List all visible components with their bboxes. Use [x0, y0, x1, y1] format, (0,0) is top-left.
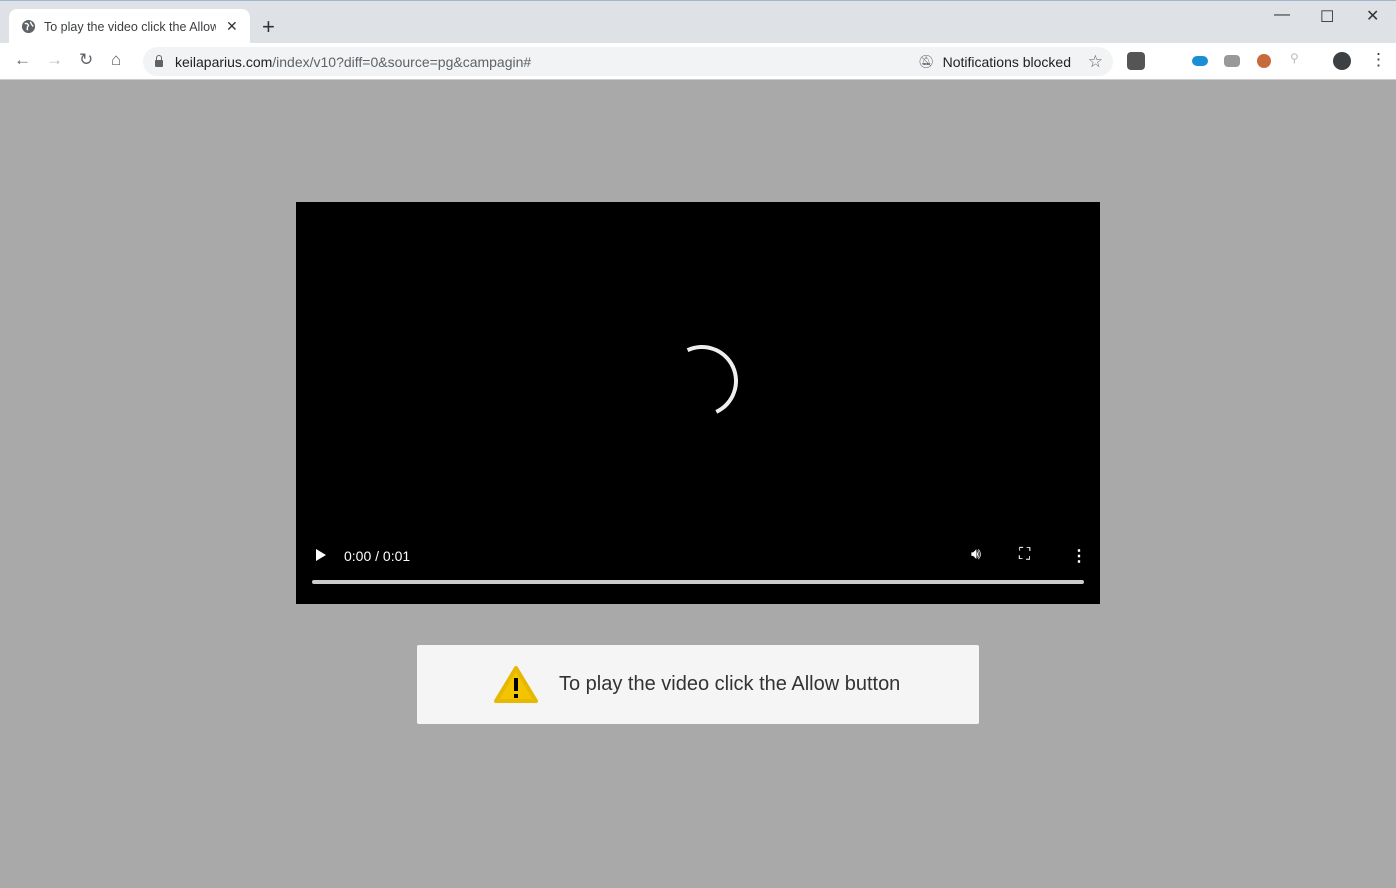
url-path: /index/v10?diff=0&source=pg&campagin# [272, 53, 532, 70]
loading-spinner-icon [655, 334, 749, 428]
back-button[interactable]: ← [14, 50, 31, 70]
magnifier-extension-icon[interactable]: ⚲ [1290, 51, 1308, 69]
fullscreen-icon[interactable]: ⛶ [1019, 546, 1030, 564]
video-progress-bar[interactable] [312, 580, 1084, 584]
notifications-blocked-chip[interactable]: 🔕︎ Notifications blocked [918, 54, 1071, 70]
reload-button[interactable]: ↻ [79, 50, 93, 70]
globe-icon [21, 19, 36, 34]
avatar-extension-icon[interactable] [1257, 54, 1271, 68]
profile-icon[interactable] [1333, 52, 1351, 70]
tab-title: To play the video click the Allow button [44, 19, 216, 34]
bookmark-star-icon[interactable]: ☆ [1088, 52, 1103, 72]
toolbar: ← → ↻ ⌂ keilaparius.com/index/v10?diff=0… [0, 43, 1396, 80]
menu-icon[interactable]: ⋮ [1370, 50, 1387, 70]
minimize-button[interactable]: — [1274, 6, 1290, 24]
close-tab-icon[interactable]: ✕ [226, 18, 238, 35]
url-domain: keilaparius.com [175, 53, 273, 70]
speed-extension-icon[interactable] [1192, 56, 1208, 66]
close-window-button[interactable]: ✕ [1366, 6, 1379, 26]
browser-tab[interactable]: To play the video click the Allow button… [9, 9, 250, 44]
url-text[interactable]: keilaparius.com/index/v10?diff=0&source=… [175, 54, 531, 70]
title-bar: To play the video click the Allow button… [0, 0, 1396, 44]
notifications-label: Notifications blocked [942, 53, 1071, 70]
address-bar[interactable]: keilaparius.com/index/v10?diff=0&source=… [143, 47, 1113, 76]
play-button[interactable] [316, 549, 326, 561]
lock-icon [155, 55, 163, 67]
bell-off-icon: 🔕︎ [918, 53, 935, 69]
more-options-icon[interactable]: ⋮ [1071, 546, 1087, 566]
search-extension-icon[interactable] [1224, 55, 1240, 67]
warning-icon [494, 665, 538, 703]
video-player[interactable]: 0:00 / 0:01 🔊︎ ⛶ ⋮ [296, 202, 1100, 604]
volume-icon[interactable]: 🔊︎ [971, 546, 981, 564]
music-extension-icon[interactable] [1127, 52, 1145, 70]
home-button[interactable]: ⌂ [111, 50, 121, 70]
message-text: To play the video click the Allow button [559, 673, 901, 695]
video-time: 0:00 / 0:01 [344, 548, 411, 564]
new-tab-button[interactable]: + [262, 14, 275, 40]
forward-button[interactable]: → [46, 50, 63, 70]
allow-message-box: To play the video click the Allow button [417, 645, 979, 724]
maximize-button[interactable]: ☐ [1320, 7, 1334, 27]
